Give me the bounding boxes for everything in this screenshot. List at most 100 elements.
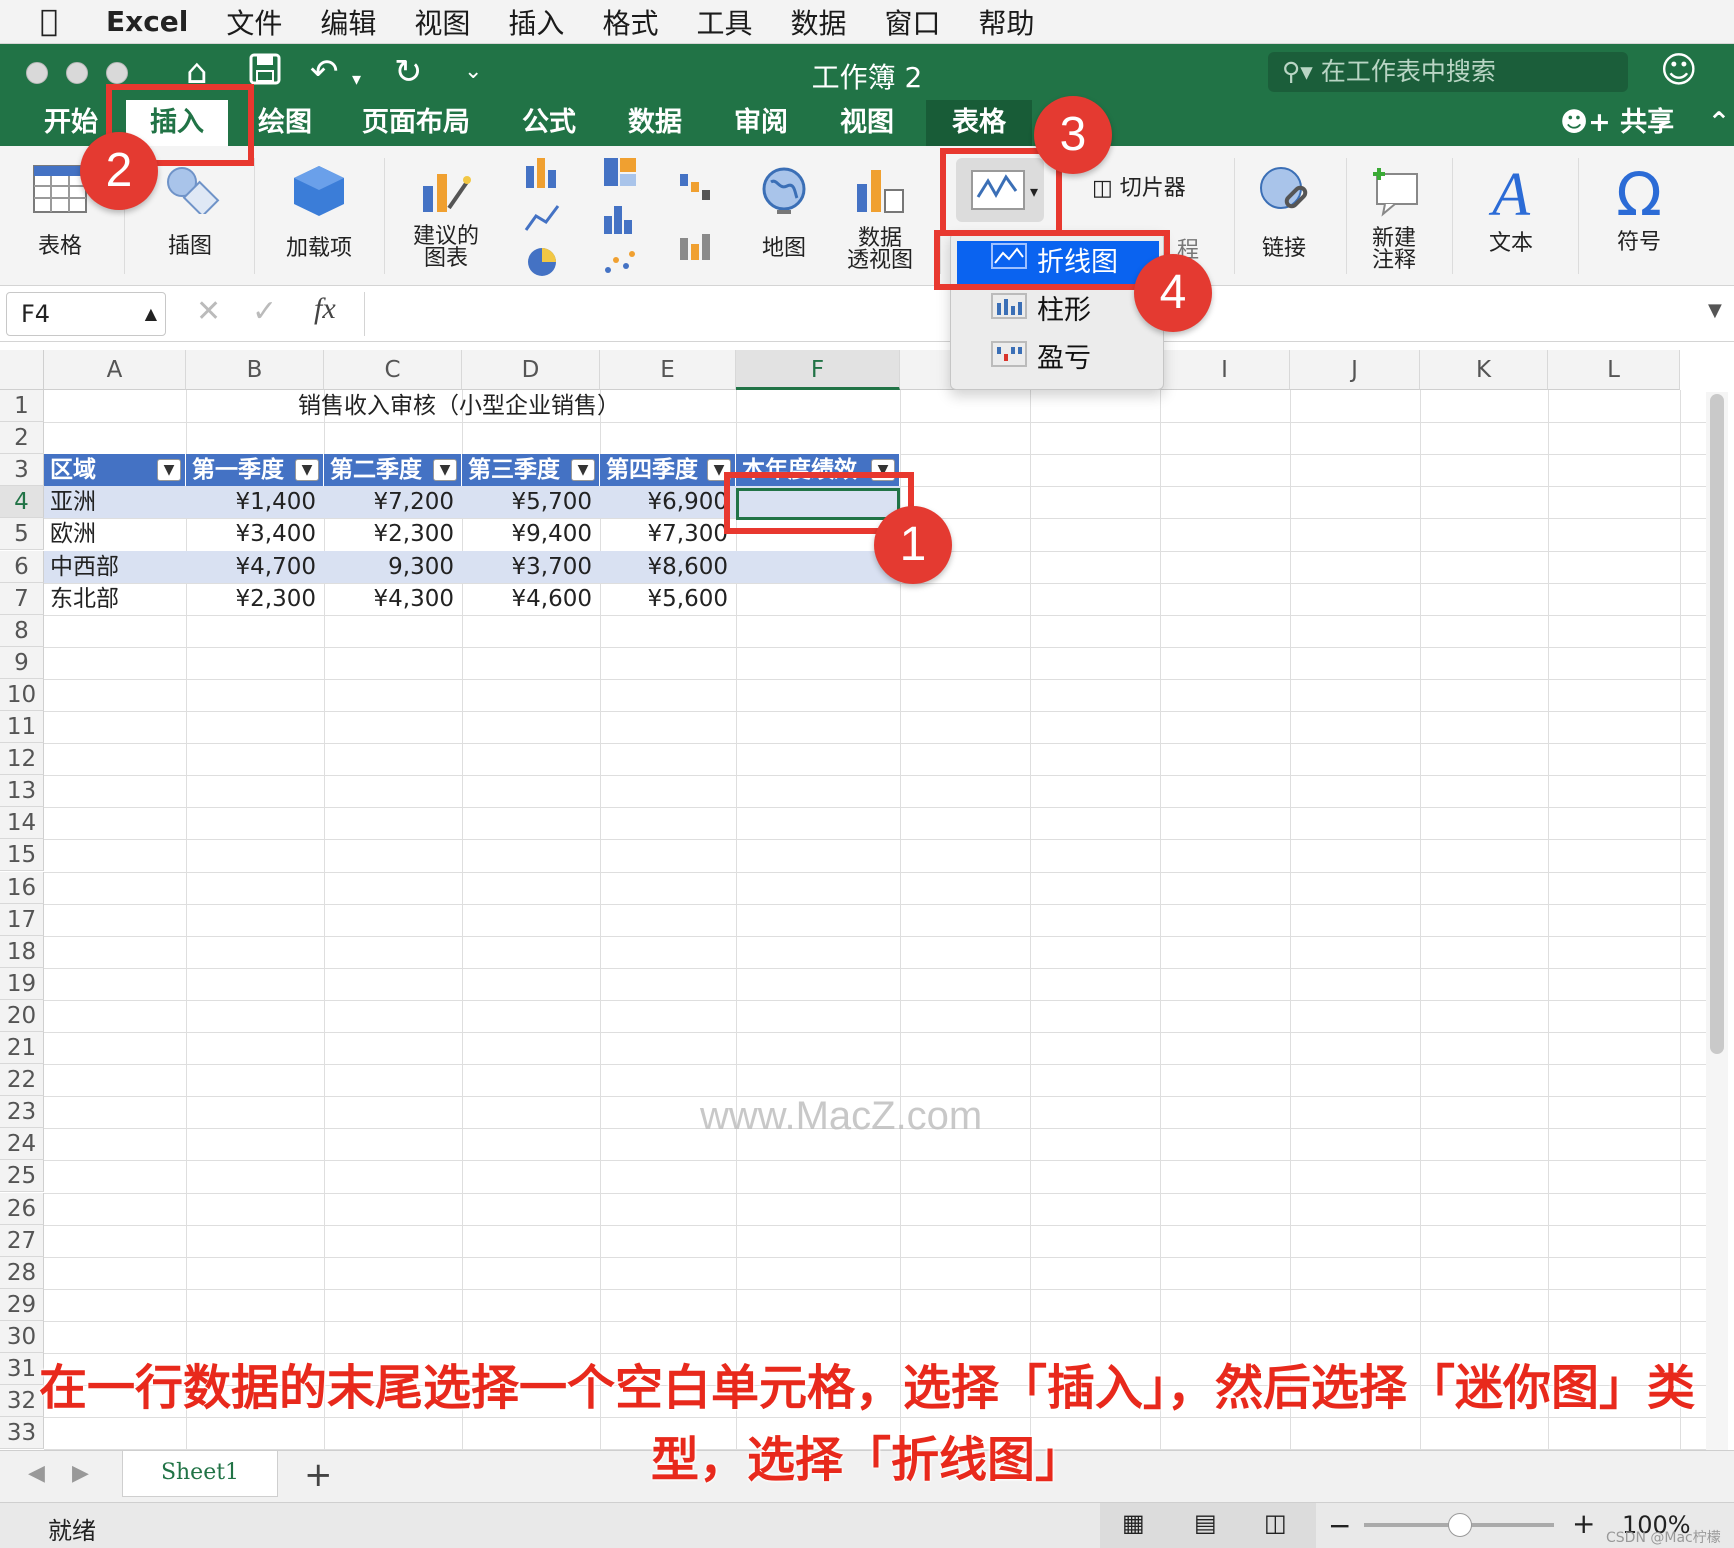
menu-edit[interactable]: 编辑 [320,2,376,42]
table-cell[interactable]: ¥8,600 [600,550,736,583]
tab-formulas[interactable]: 公式 [522,100,576,146]
table-cell[interactable]: 东北部 [44,583,186,615]
row-header[interactable]: 26 [0,1192,44,1225]
table-cell[interactable]: ¥4,700 [186,550,324,583]
recommended-charts-button[interactable]: 建议的 图表 [404,164,488,270]
menu-insert[interactable]: 插入 [508,2,564,42]
table-header-cell[interactable]: 第一季度 ▼ [186,454,324,487]
tab-draw[interactable]: 绘图 [258,100,312,146]
table-header-cell[interactable]: 区域 ▼ [44,454,186,487]
row-header[interactable]: 25 [0,1160,44,1193]
select-all-corner[interactable] [0,350,44,390]
table-cell[interactable]: ¥3,400 [186,518,324,550]
table-cell[interactable]: ¥2,300 [324,518,462,550]
menu-data[interactable]: 数据 [790,2,846,42]
line-chart-button[interactable] [512,202,572,240]
page-break-view-icon[interactable]: ◫ [1264,1509,1287,1537]
row-header[interactable]: 18 [0,935,44,968]
feedback-smiley-icon[interactable]: ☺ [1660,50,1698,91]
table-cell[interactable]: 亚洲 [44,486,186,519]
row-header[interactable]: 3 [0,454,44,487]
row-header[interactable]: 12 [0,743,44,776]
scatter-chart-button[interactable] [590,246,650,284]
column-header[interactable]: J [1290,350,1420,390]
column-header[interactable]: L [1548,350,1680,390]
expand-formula-icon[interactable]: ▼ [1708,300,1722,321]
table-cell[interactable]: ¥5,600 [600,583,736,615]
text-button[interactable]: A 文本 [1466,160,1556,257]
pivot-chart-button[interactable]: 数据 透视图 [838,164,922,272]
menu-file[interactable]: 文件 [226,2,282,42]
row-header[interactable]: 9 [0,646,44,679]
table-cell[interactable]: ¥7,300 [600,518,736,550]
row-header[interactable]: 20 [0,999,44,1032]
filter-dropdown-icon[interactable]: ▼ [433,459,457,482]
menu-item-column-sparkline[interactable]: 柱形 [957,289,1159,333]
tab-view[interactable]: 视图 [840,100,894,146]
name-box[interactable]: F4▲▼ [6,292,166,365]
row-header[interactable]: 14 [0,807,44,840]
row-header[interactable]: 23 [0,1096,44,1129]
table-cell[interactable]: ¥3,700 [462,550,600,583]
column-header[interactable]: D [462,350,600,390]
page-layout-view-icon[interactable]: ▤ [1194,1509,1217,1537]
filter-dropdown-icon[interactable]: ▼ [157,459,181,482]
table-header-cell[interactable]: 第三季度 ▼ [462,454,600,487]
maps-button[interactable]: 地图 [742,164,826,262]
menu-app-excel[interactable]: Excel [106,5,188,38]
table-cell[interactable]: ¥5,700 [462,486,600,519]
column-header[interactable]: K [1420,350,1548,390]
table-cell[interactable]: ¥6,900 [600,486,736,519]
cancel-icon[interactable]: ✕ [196,294,221,329]
zoom-slider-thumb[interactable] [1448,1513,1472,1537]
addins-button[interactable]: 加载项 [278,164,360,262]
row-header[interactable]: 16 [0,871,44,904]
table-cell[interactable]: 9,300 [324,550,462,583]
menu-help[interactable]: 帮助 [979,2,1035,42]
row-header[interactable]: 22 [0,1064,44,1097]
menu-tools[interactable]: 工具 [696,2,752,42]
tab-home[interactable]: 开始 [44,100,98,146]
row-header[interactable]: 11 [0,711,44,744]
column-header[interactable]: B [186,350,324,390]
enter-check-icon[interactable]: ✓ [252,294,277,329]
filter-dropdown-icon[interactable]: ▼ [295,459,319,482]
slicer-button[interactable]: ◫ 切片器 [1092,170,1222,202]
table-cell[interactable]: ¥4,600 [462,583,600,615]
filter-dropdown-icon[interactable]: ▼ [571,459,595,482]
zoom-out-button[interactable]: − [1328,1509,1351,1542]
zoom-in-button[interactable]: + [1572,1507,1595,1540]
row-header[interactable]: 24 [0,1128,44,1161]
column-chart-button[interactable] [512,156,572,194]
row-header[interactable]: 10 [0,678,44,711]
combo-chart-button[interactable] [666,228,726,266]
row-header[interactable]: 27 [0,1224,44,1257]
collapse-ribbon-icon[interactable]: ⌃ [1708,107,1731,138]
column-header[interactable]: I [1160,350,1290,390]
row-header[interactable]: 4 [0,486,44,519]
apple-icon[interactable]:  [40,4,86,39]
menu-window[interactable]: 窗口 [884,2,940,42]
row-header[interactable]: 15 [0,839,44,872]
menu-view[interactable]: 视图 [414,2,470,42]
column-header[interactable]: F [736,350,900,390]
normal-view-icon[interactable]: ▦ [1122,1509,1145,1537]
tab-page-layout[interactable]: 页面布局 [362,100,470,146]
share-button[interactable]: ☻+ 共享 ⌃ [1560,100,1730,146]
link-button[interactable]: 链接 [1242,164,1326,262]
table-cell[interactable] [736,583,900,615]
row-header[interactable]: 5 [0,518,44,551]
table-cell[interactable]: ¥2,300 [186,583,324,615]
hierarchy-chart-button[interactable] [590,156,650,194]
table-cell[interactable]: 欧洲 [44,518,186,550]
symbol-button[interactable]: Ω 符号 [1594,160,1684,256]
tab-data[interactable]: 数据 [628,100,682,146]
row-header[interactable]: 29 [0,1288,44,1321]
table-cell[interactable]: 中西部 [44,550,186,583]
zoom-slider[interactable] [1364,1513,1554,1537]
row-header[interactable]: 17 [0,903,44,936]
waterfall-chart-button[interactable] [666,170,726,208]
pie-chart-button[interactable] [512,246,572,284]
scrollbar-thumb[interactable] [1710,394,1724,1054]
sheet-title-cell[interactable]: 销售收入审核（小型企业销售） [44,390,874,422]
